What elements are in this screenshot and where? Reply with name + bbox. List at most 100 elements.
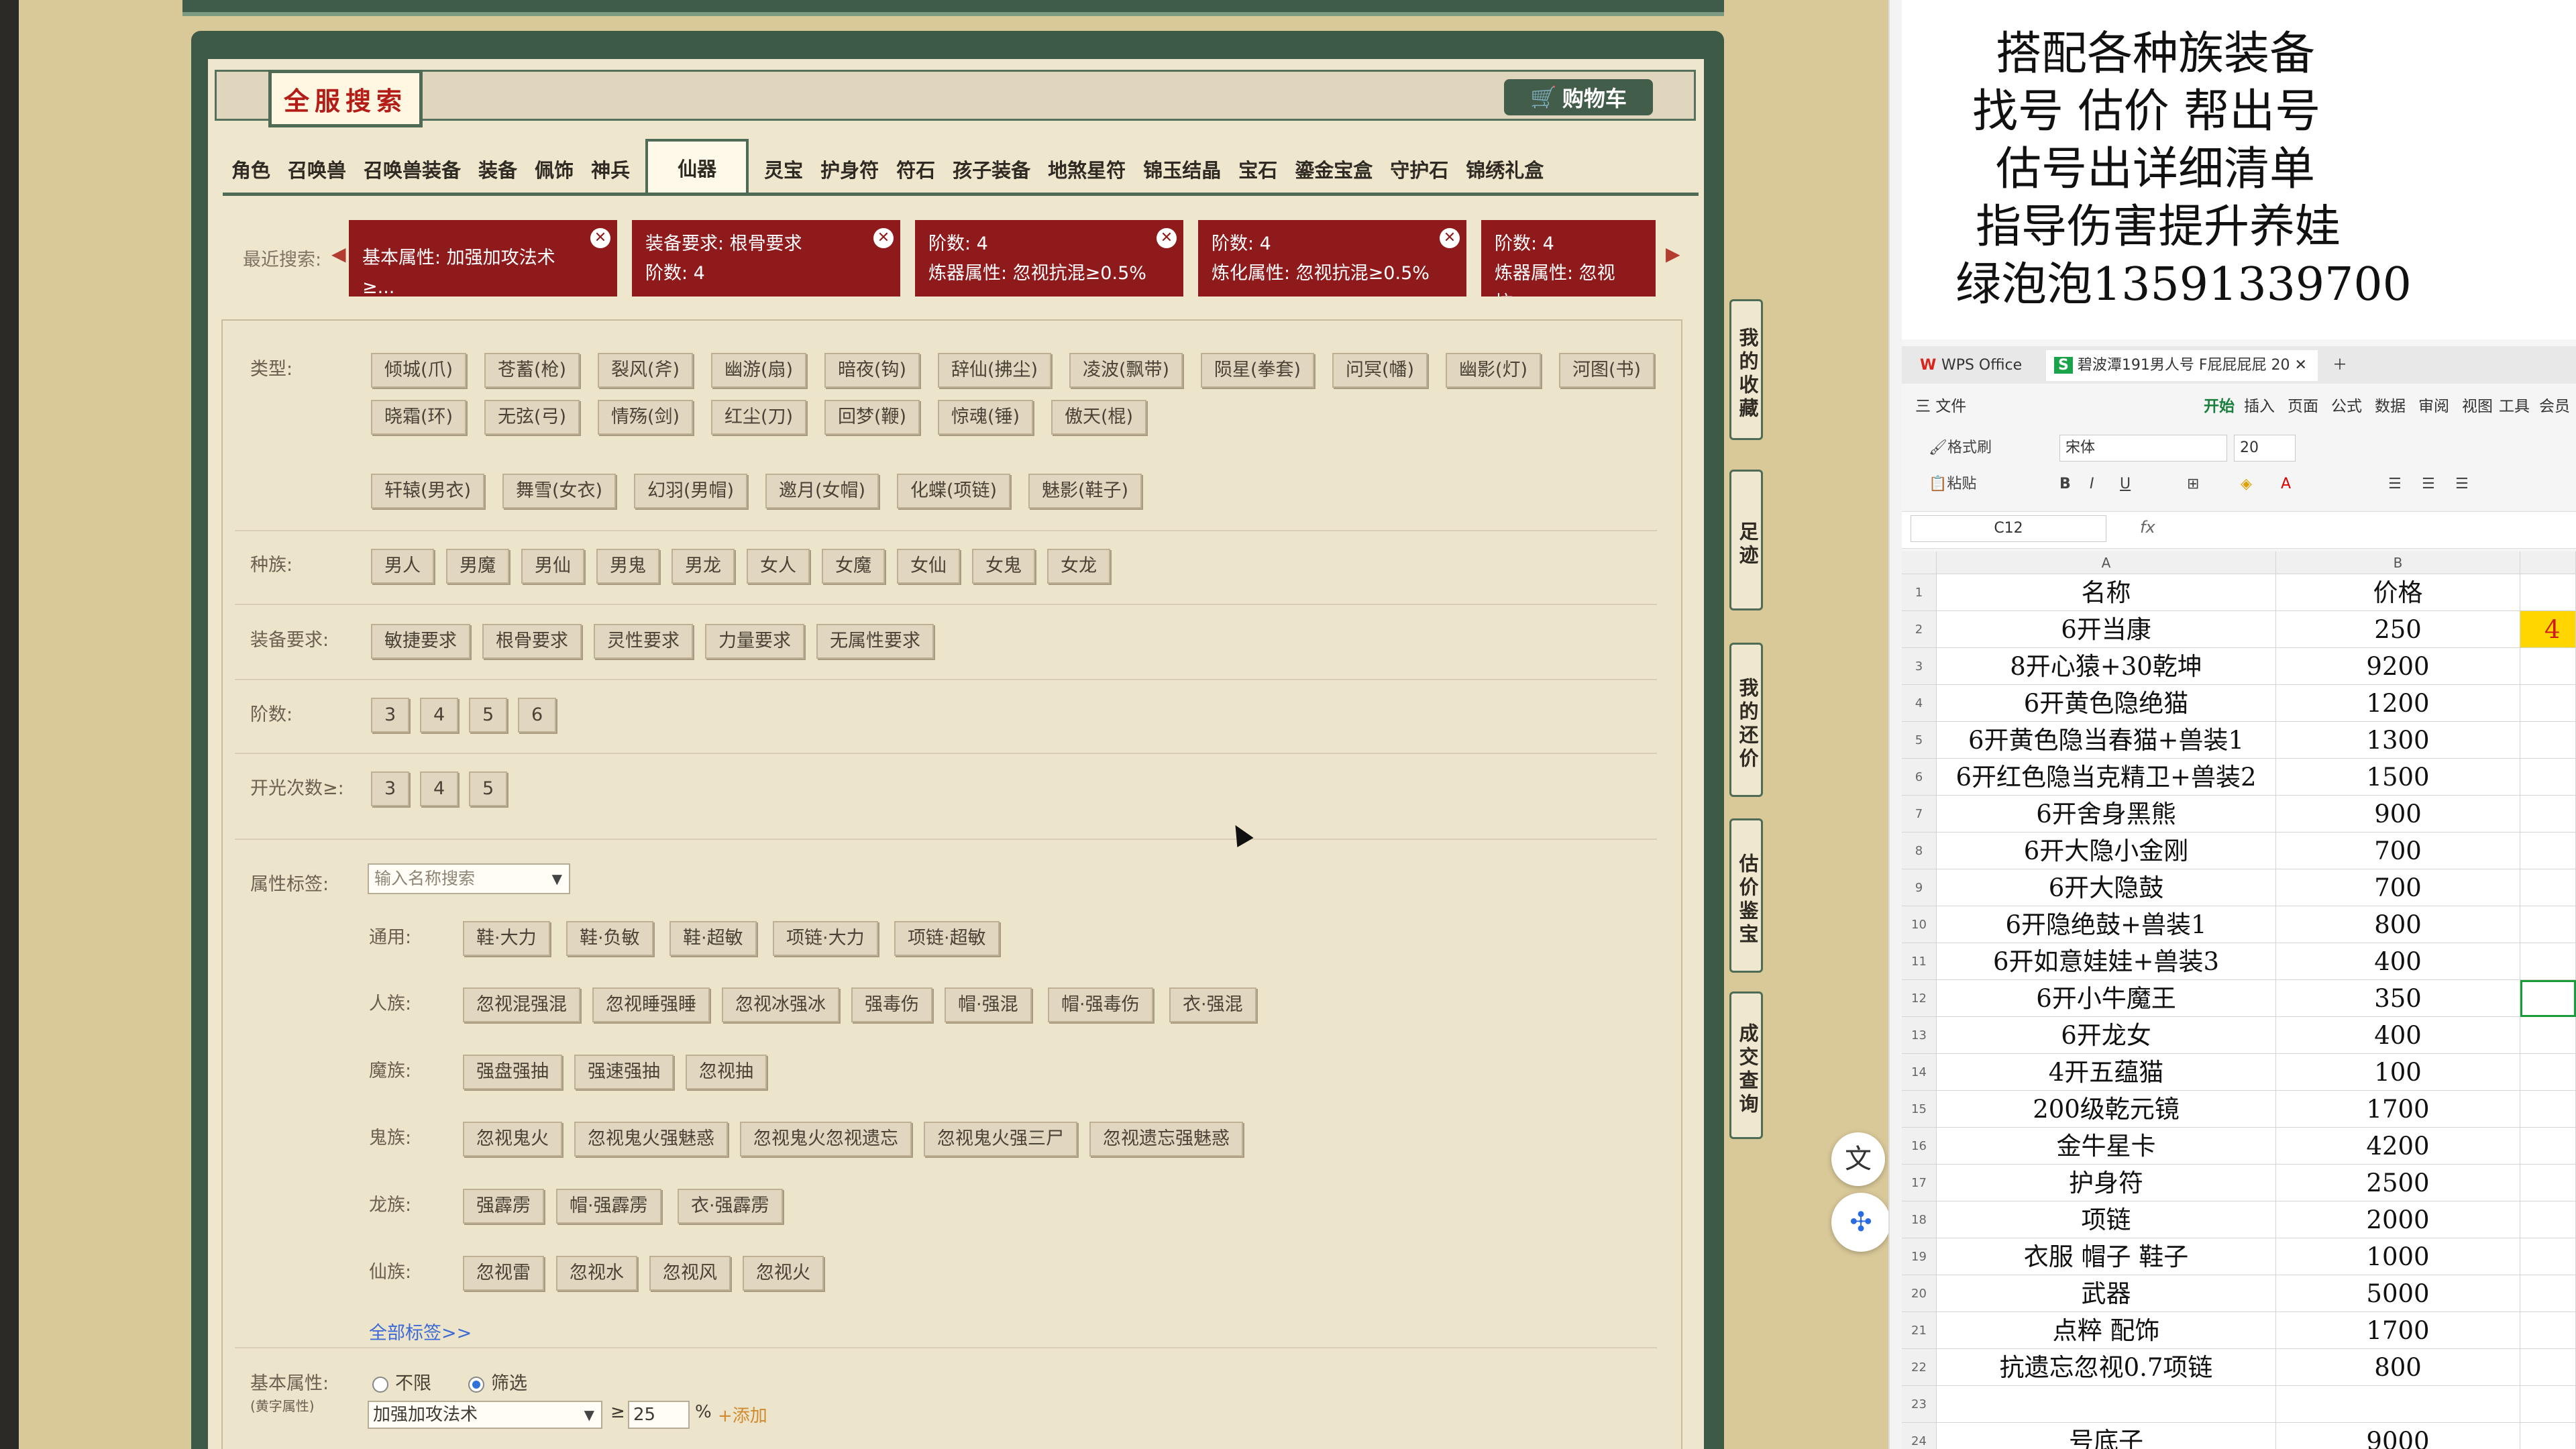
side-button[interactable]: 成交查询 [1729,991,1763,1139]
tag-option[interactable]: 帽·强混 [945,987,1032,1022]
tag-option[interactable]: 鞋·负敏 [566,921,653,956]
cell-c[interactable] [2520,574,2576,611]
cell-b[interactable]: 4200 [2276,1128,2520,1165]
cell-b[interactable]: 价格 [2276,574,2520,611]
level-option[interactable]: 5 [469,698,508,733]
cell-a[interactable]: 项链 [1937,1201,2276,1238]
fill-color-icon[interactable]: ◈ [2241,471,2252,498]
race-option[interactable]: 男仙 [521,549,584,584]
row-number[interactable]: 2 [1902,611,1937,648]
side-button[interactable]: 估价鉴宝 [1729,818,1763,973]
row-number[interactable]: 8 [1902,833,1937,869]
border-icon[interactable]: ⊞ [2187,471,2199,498]
cell-a[interactable]: 6开红色隐当克精卫+兽装2 [1937,759,2276,796]
close-icon[interactable]: ✕ [1157,228,1177,248]
tag-option[interactable]: 忽视雷 [463,1256,544,1291]
cell-a[interactable]: 6开隐绝鼓+兽装1 [1937,906,2276,943]
type-option[interactable]: 幽影(灯) [1446,353,1542,388]
tab-8[interactable]: 护身符 [812,155,888,193]
cell-c[interactable] [2520,1054,2576,1091]
cell-c[interactable] [2520,1275,2576,1312]
tab-7[interactable]: 灵宝 [755,155,812,193]
row-number[interactable]: 12 [1902,980,1937,1017]
race-option[interactable]: 女魔 [822,549,885,584]
row-number[interactable]: 22 [1902,1349,1937,1386]
cell-b[interactable]: 700 [2276,869,2520,906]
cell-b[interactable]: 800 [2276,1349,2520,1386]
column-c-header[interactable] [2520,551,2576,574]
tag-option[interactable]: 忽视抽 [686,1055,767,1089]
type-option[interactable]: 魅影(鞋子) [1028,474,1142,508]
tag-option[interactable]: 鞋·大力 [463,921,550,956]
recent-chip[interactable]: 阶数: 4 炼器属性: 忽视抗混≥0.5% ✕ [915,220,1183,297]
row-number[interactable]: 11 [1902,943,1937,980]
percent-input[interactable]: 25 [628,1401,690,1429]
attr-tag-search-input[interactable]: 输入名称搜索 ▼ [368,863,570,894]
cell-c[interactable] [2520,1349,2576,1386]
race-option[interactable]: 男鬼 [596,549,659,584]
new-tab-icon[interactable]: ＋ [2324,350,2365,381]
tag-option[interactable]: 忽视鬼火强三尸 [924,1122,1077,1157]
menu-item[interactable]: 会员 [2539,393,2570,416]
cell-b[interactable] [2276,1386,2520,1423]
menu-item[interactable]: 工具 [2499,393,2530,416]
open-option[interactable]: 3 [371,771,410,806]
column-a-header[interactable]: A [1937,551,2276,574]
row-number[interactable]: 15 [1902,1091,1937,1128]
row-number[interactable]: 9 [1902,869,1937,906]
tag-option[interactable]: 鞋·超敏 [669,921,757,956]
base-attr-select[interactable]: 加强加攻法术 ▼ [368,1401,602,1429]
recent-next-arrow-icon[interactable]: ▶ [1666,243,1680,265]
row-number[interactable]: 18 [1902,1201,1937,1238]
font-family-select[interactable]: 宋体 [2059,435,2227,462]
cell-a[interactable]: 6开黄色隐当春猫+兽装1 [1937,722,2276,759]
cell-b[interactable]: 250 [2276,611,2520,648]
type-option[interactable]: 傲天(棍) [1051,400,1147,435]
cell-c[interactable] [2520,1312,2576,1349]
tab-4[interactable]: 佩饰 [526,155,582,193]
cell-a[interactable]: 衣服 帽子 鞋子 [1937,1238,2276,1275]
type-option[interactable]: 轩辕(男衣) [371,474,485,508]
cell-c[interactable] [2520,1201,2576,1238]
align-right-icon[interactable]: ☰ [2455,471,2469,498]
race-option[interactable]: 女龙 [1047,549,1110,584]
close-icon[interactable]: ✕ [590,228,610,248]
format-brush-button[interactable]: 🖌格式刷 [1929,435,1992,462]
tab-0[interactable]: 角色 [223,155,279,193]
recent-chip[interactable]: 阶数: 4 炼化属性: 忽视抗混≥0.5% ✕ [1198,220,1466,297]
paste-button[interactable]: 📋粘贴 [1929,471,1976,498]
cell-c[interactable] [2520,648,2576,685]
cell-a[interactable]: 名称 [1937,574,2276,611]
tag-option[interactable]: 强速强抽 [574,1055,674,1089]
tag-option[interactable]: 忽视鬼火 [463,1122,562,1157]
cell-b[interactable]: 400 [2276,1017,2520,1054]
cell-a[interactable]: 抗遗忘忽视0.7项链 [1937,1349,2276,1386]
tag-option[interactable]: 忽视混强混 [463,987,580,1022]
cell-a[interactable]: 6开小牛魔王 [1937,980,2276,1017]
cell-a[interactable]: 6开大隐小金刚 [1937,833,2276,869]
tag-option[interactable]: 衣·强混 [1169,987,1256,1022]
row-number[interactable]: 10 [1902,906,1937,943]
row-number[interactable]: 14 [1902,1054,1937,1091]
side-button[interactable]: 足迹 [1729,470,1763,610]
add-attr-link[interactable]: +添加 [718,1402,767,1427]
cell-b[interactable]: 1700 [2276,1091,2520,1128]
cell-c[interactable] [2520,1423,2576,1449]
menu-item[interactable]: 公式 [2331,393,2362,416]
cell-c[interactable] [2520,796,2576,833]
type-option[interactable]: 舞雪(女衣) [502,474,616,508]
translate-icon[interactable]: 文 [1831,1132,1885,1186]
tag-option[interactable]: 忽视冰强冰 [722,987,839,1022]
font-color-icon[interactable]: A [2281,471,2291,498]
radio-filter[interactable]: 筛选 [468,1368,527,1395]
tab-10[interactable]: 孩子装备 [944,155,1039,193]
type-option[interactable]: 晓霜(环) [371,400,467,435]
type-option[interactable]: 陨星(拳套) [1201,353,1315,388]
req-option[interactable]: 敏捷要求 [371,624,470,659]
cell-c[interactable] [2520,833,2576,869]
type-option[interactable]: 裂风(斧) [598,353,694,388]
cell-b[interactable]: 100 [2276,1054,2520,1091]
type-option[interactable]: 幻羽(男帽) [634,474,748,508]
cell-c[interactable]: 4 [2520,611,2576,648]
row-number[interactable]: 5 [1902,722,1937,759]
